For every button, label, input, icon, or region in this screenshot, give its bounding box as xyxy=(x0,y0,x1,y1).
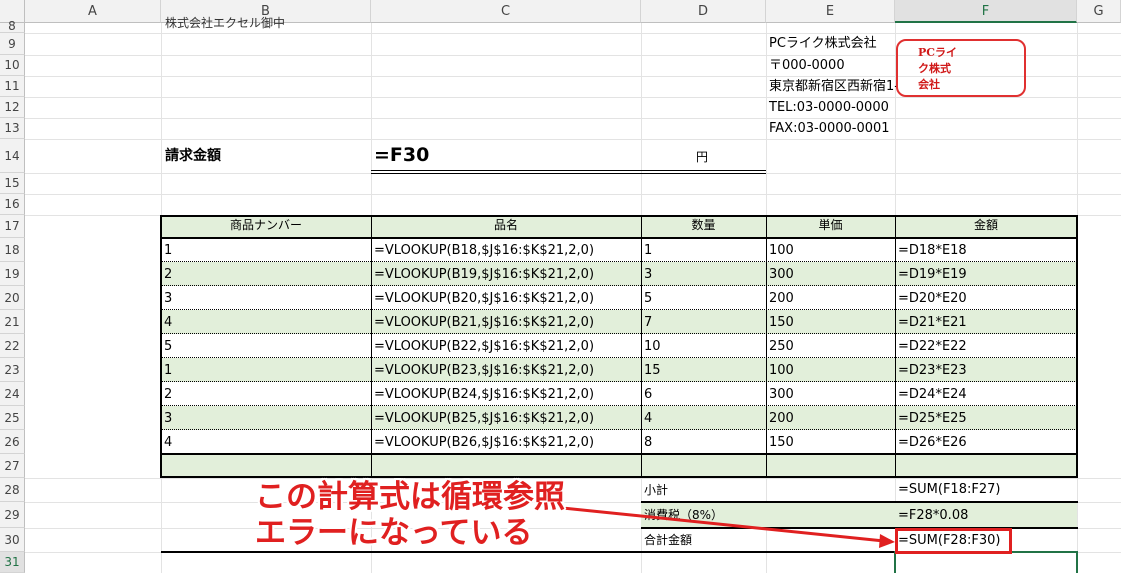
arrow-line xyxy=(552,505,885,543)
arrow-head xyxy=(879,534,895,548)
callout-line2: エラーになっている xyxy=(255,515,533,551)
callout-line1: この計算式は循環参照 xyxy=(255,479,565,515)
